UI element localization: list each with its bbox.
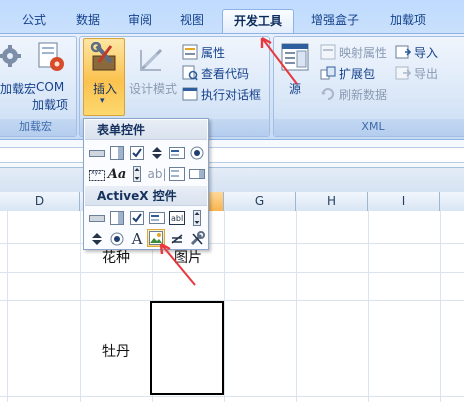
activex-controls-header: ActiveX 控件	[85, 186, 207, 206]
com-addin-icon[interactable]	[36, 41, 66, 73]
refresh-icon[interactable]	[320, 86, 336, 102]
tab-view[interactable]: 视图	[170, 9, 214, 33]
image-control-placeholder[interactable]	[150, 301, 224, 395]
chevron-down-icon[interactable]: ▾	[100, 96, 105, 106]
activex-image-control-icon[interactable]	[147, 229, 165, 247]
ribbon-panel: 加载宏 加载宏 COM 加载项 插入 ▾ 设计模式 属性 查看代码 执行对话框 …	[0, 33, 464, 140]
sheet-toolbar-band	[0, 168, 464, 192]
grid-line	[80, 211, 81, 402]
export-label[interactable]: 导出	[414, 65, 438, 82]
insert-label[interactable]: 插入	[93, 80, 117, 97]
grid-line	[368, 211, 369, 402]
import-icon[interactable]	[395, 44, 411, 60]
activex-button-icon[interactable]	[88, 209, 106, 227]
properties-icon[interactable]	[182, 44, 198, 60]
tab-addins[interactable]: 加载项	[378, 9, 438, 33]
column-header-h[interactable]: H	[296, 192, 368, 211]
activex-checkbox-icon[interactable]	[128, 209, 146, 227]
view-code-label[interactable]: 查看代码	[201, 65, 249, 82]
export-icon[interactable]	[395, 65, 411, 81]
form-controls-header: 表单控件	[85, 120, 207, 140]
tab-addin-box[interactable]: 增强盒子	[302, 9, 368, 33]
xml-source-icon[interactable]	[280, 42, 310, 72]
worksheet-grid[interactable]	[0, 211, 464, 402]
spin-button-icon[interactable]	[148, 144, 166, 162]
tab-review[interactable]: 审阅	[118, 9, 162, 33]
group-addins-label: 加载宏	[0, 119, 76, 136]
grid-line	[0, 396, 464, 397]
run-dialog-icon[interactable]	[182, 86, 198, 102]
grid-line	[0, 300, 464, 301]
column-header-d[interactable]: D	[0, 192, 80, 211]
excel-window: 公式 数据 审阅 视图 开发工具 增强盒子 加载项 加载宏 加载宏 COM 加载…	[0, 0, 464, 402]
label-control-icon[interactable]: Aa	[108, 165, 127, 183]
formula-input[interactable]	[0, 147, 464, 163]
source-label[interactable]: 源	[289, 80, 301, 97]
grid-line	[0, 243, 464, 244]
ribbon-tab-row: 公式 数据 审阅 视图 开发工具 增强盒子 加载项	[0, 0, 464, 33]
svg-text:abl: abl	[171, 214, 183, 223]
activex-toggle-button-icon[interactable]	[168, 230, 186, 248]
combo-list-edit-icon[interactable]	[168, 165, 186, 183]
expansion-packs-icon[interactable]	[320, 65, 336, 81]
checkbox-icon[interactable]	[128, 144, 146, 162]
gear-icon[interactable]	[0, 44, 22, 70]
activex-combo-box-icon[interactable]	[108, 209, 126, 227]
more-controls-icon[interactable]	[188, 230, 206, 248]
cell-peony[interactable]: 牡丹	[102, 341, 130, 361]
grid-line	[0, 272, 464, 273]
tab-formulas[interactable]: 公式	[12, 9, 56, 33]
properties-label[interactable]: 属性	[201, 44, 225, 61]
text-field-icon[interactable]: ab|	[148, 165, 167, 183]
design-mode-label[interactable]: 设计模式	[129, 80, 177, 97]
column-header-i[interactable]: I	[368, 192, 440, 211]
grid-line	[224, 211, 225, 402]
cell-flower-header[interactable]: 花种	[102, 247, 130, 267]
button-control-icon[interactable]	[88, 144, 106, 162]
group-box-icon[interactable]: xyz	[88, 165, 106, 183]
insert-controls-menu: 表单控件 xyz Aa ab| ActiveX 控件 abl A	[83, 118, 209, 250]
combo-box-icon[interactable]	[108, 144, 126, 162]
run-dialog-label[interactable]: 执行对话框	[201, 86, 261, 103]
com-label-line1[interactable]: COM	[36, 80, 64, 94]
column-header-next[interactable]	[440, 192, 464, 211]
activex-label-icon[interactable]: A	[128, 230, 146, 248]
grid-line	[296, 211, 297, 402]
grid-line	[7, 211, 8, 402]
view-code-icon[interactable]	[182, 65, 198, 81]
activex-spin-button-icon[interactable]	[88, 230, 106, 248]
column-header-g[interactable]: G	[224, 192, 296, 211]
activex-text-box-icon[interactable]: abl	[168, 209, 186, 227]
svg-text:xyz: xyz	[91, 169, 101, 176]
tab-developer[interactable]: 开发工具	[222, 9, 294, 33]
map-properties-label[interactable]: 映射属性	[339, 44, 387, 61]
design-mode-icon[interactable]	[137, 46, 165, 74]
tab-data[interactable]: 数据	[66, 9, 110, 33]
refresh-data-label[interactable]: 刷新数据	[339, 86, 387, 103]
option-button-icon[interactable]	[188, 144, 206, 162]
com-label-line2[interactable]: 加载项	[32, 96, 68, 113]
cell-picture-header[interactable]: 图片	[174, 247, 202, 267]
activex-option-button-icon[interactable]	[108, 230, 126, 248]
import-label[interactable]: 导入	[414, 44, 438, 61]
grid-line	[440, 211, 441, 402]
toolbox-icon[interactable]	[89, 42, 119, 74]
expansion-packs-label[interactable]: 扩展包	[339, 65, 375, 82]
activex-list-box-icon[interactable]	[148, 209, 166, 227]
addins-macro-label[interactable]: 加载宏	[0, 80, 36, 97]
map-properties-icon[interactable]	[320, 44, 336, 60]
list-box-icon[interactable]	[168, 144, 186, 162]
group-xml-label: XML	[274, 119, 464, 136]
scroll-bar-icon[interactable]	[128, 165, 146, 183]
activex-scroll-bar-icon[interactable]	[188, 209, 206, 227]
combo-drop-edit-icon[interactable]	[188, 165, 206, 183]
